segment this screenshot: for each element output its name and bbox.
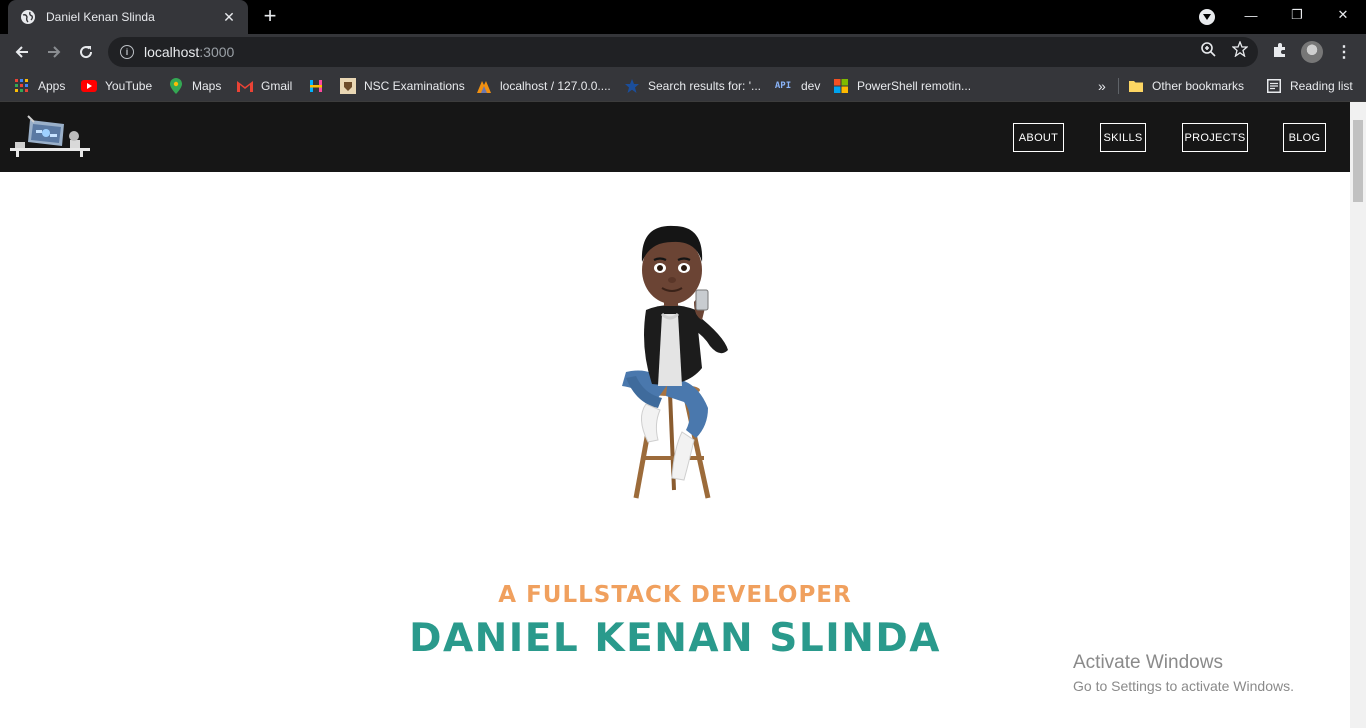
url-text: localhost:3000 — [144, 44, 235, 60]
page-viewport: ABOUT SKILLS PROJECTS BLOG A FULLSTACK D… — [0, 102, 1366, 728]
activate-windows-hint: Go to Settings to activate Windows. — [1073, 678, 1294, 694]
minimize-button[interactable]: — — [1228, 0, 1274, 30]
site-info-icon[interactable]: i — [120, 45, 134, 59]
h-logo-icon — [308, 78, 324, 94]
bookmark-localhost[interactable]: localhost / 127.0.0.... — [476, 76, 611, 96]
bookmark-gmail[interactable]: Gmail — [237, 76, 292, 96]
browser-toolbar: i localhost:3000 ⋮ — [0, 34, 1366, 70]
star-icon — [624, 78, 640, 94]
bookmark-nsc-examinations[interactable]: NSC Examinations — [340, 76, 465, 96]
globe-icon — [20, 9, 36, 25]
reload-button[interactable] — [72, 38, 100, 66]
forward-button[interactable] — [40, 38, 68, 66]
bookmark-h[interactable] — [308, 76, 332, 96]
hero-subtitle: A FULLSTACK DEVELOPER — [498, 582, 852, 608]
restore-button[interactable]: ❐ — [1274, 0, 1320, 30]
extensions-puzzle-icon[interactable] — [1272, 42, 1288, 62]
folder-icon — [1128, 78, 1144, 94]
activate-windows-title: Activate Windows — [1073, 652, 1223, 673]
bookmarks-divider — [1118, 78, 1119, 94]
page-scrollbar[interactable] — [1350, 102, 1366, 728]
tab-search-icon[interactable] — [1199, 9, 1215, 25]
profile-avatar[interactable] — [1301, 41, 1323, 63]
phpmyadmin-icon — [476, 78, 492, 94]
crest-icon — [340, 78, 356, 94]
more-bookmarks-chevron-icon[interactable]: » — [1098, 76, 1106, 96]
nav-blog[interactable]: BLOG — [1283, 123, 1326, 152]
browser-tab[interactable]: Daniel Kenan Slinda ✕ — [8, 0, 248, 34]
api-icon: API — [774, 81, 792, 91]
zoom-icon[interactable] — [1200, 41, 1216, 61]
bookmark-powershell[interactable]: PowerShell remotin... — [833, 76, 971, 96]
new-tab-button[interactable]: + — [258, 4, 282, 30]
tab-title: Daniel Kenan Slinda — [46, 10, 155, 24]
bookmark-other-folder[interactable]: Other bookmarks — [1128, 76, 1244, 96]
avatar-illustration — [596, 218, 746, 502]
gmail-icon — [237, 78, 253, 94]
site-logo[interactable] — [10, 112, 92, 158]
nav-projects[interactable]: PROJECTS — [1182, 123, 1248, 152]
reading-list-button[interactable]: Reading list — [1266, 76, 1353, 96]
back-button[interactable] — [8, 38, 36, 66]
microsoft-icon — [833, 78, 849, 94]
tab-close-icon[interactable]: ✕ — [220, 9, 238, 26]
bookmark-youtube[interactable]: YouTube — [81, 76, 152, 96]
nav-about[interactable]: ABOUT — [1013, 123, 1064, 152]
youtube-icon — [81, 78, 97, 94]
bookmark-maps[interactable]: Maps — [168, 76, 221, 96]
maps-pin-icon — [168, 78, 184, 94]
tab-strip: Daniel Kenan Slinda ✕ + — ❐ ✕ — [0, 0, 1366, 34]
reading-list-icon — [1266, 78, 1282, 94]
bookmark-apps[interactable]: Apps — [14, 76, 65, 96]
browser-menu-icon[interactable]: ⋮ — [1336, 42, 1352, 62]
scrollbar-thumb[interactable] — [1353, 120, 1363, 202]
window-close-button[interactable]: ✕ — [1320, 0, 1366, 30]
apps-grid-icon — [14, 78, 30, 94]
bookmarks-bar: Apps YouTube Maps Gmail NSC Examinations… — [0, 70, 1366, 102]
activate-windows-watermark: Activate Windows Go to Settings to activ… — [1073, 652, 1294, 694]
bookmark-dev[interactable]: API dev — [773, 76, 821, 96]
site-navbar: ABOUT SKILLS PROJECTS BLOG — [0, 102, 1350, 172]
bookmark-search-results[interactable]: Search results for: '... — [624, 76, 761, 96]
bookmark-star-icon[interactable] — [1231, 40, 1249, 61]
nav-skills[interactable]: SKILLS — [1100, 123, 1146, 152]
address-bar[interactable]: i localhost:3000 — [108, 37, 1258, 67]
